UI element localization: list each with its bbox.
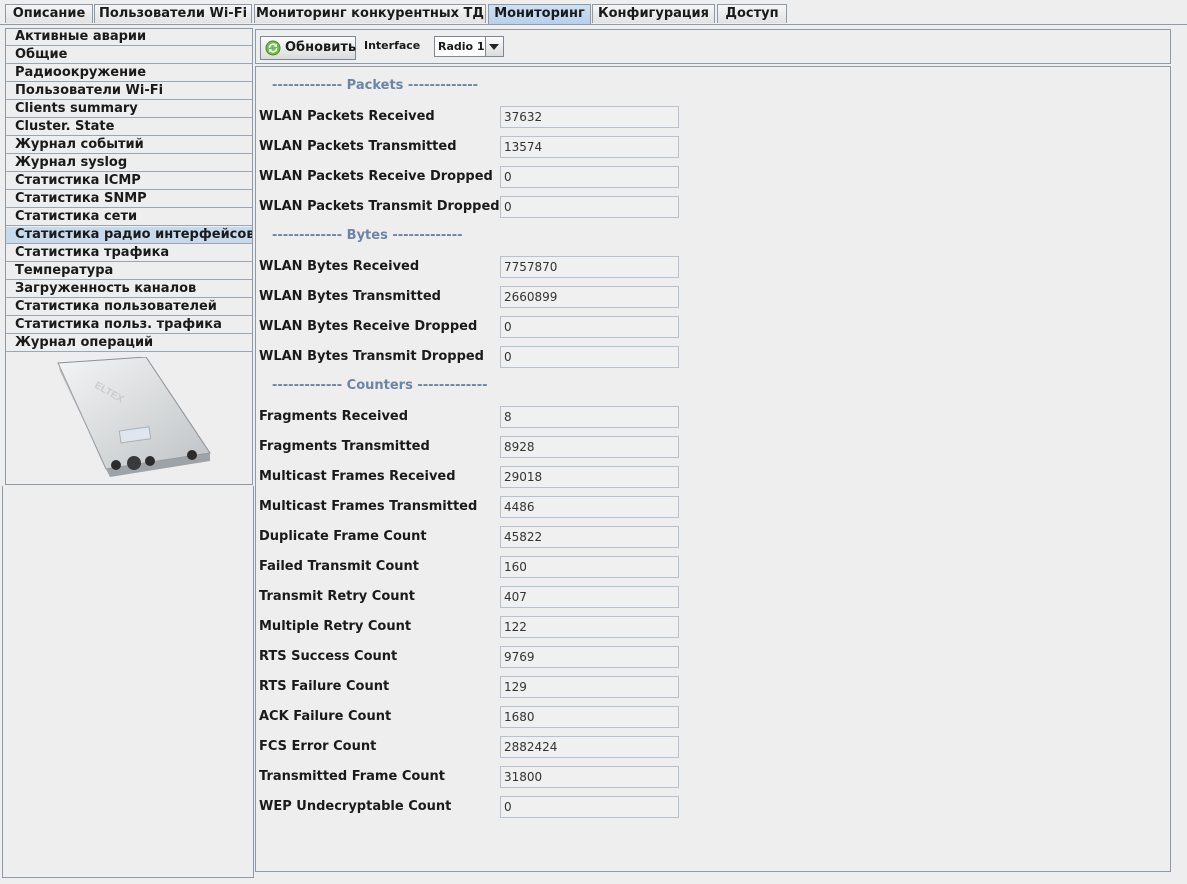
stat-label: WLAN Bytes Receive Dropped [259,319,478,334]
stat-label: RTS Failure Count [259,679,390,694]
tab-wifi-users[interactable]: Пользователи Wi-Fi [94,4,252,23]
sidebar-item-user-stats[interactable]: Статистика пользователей [6,299,252,316]
stat-value-field[interactable]: 0 [500,316,679,338]
sidebar-item-radio-environment[interactable]: Радиоокружение [6,65,252,82]
stat-label: WLAN Bytes Transmitted [259,289,441,304]
stat-label: WLAN Packets Received [259,109,435,124]
sidebar-item-operations-log[interactable]: Журнал операций [6,335,252,352]
interface-label: Interface [364,39,421,52]
stat-value-field[interactable]: 2660899 [500,286,679,308]
section-title-bytes: ------------- Bytes ------------- [272,228,463,243]
sidebar-item-traffic-stats[interactable]: Статистика трафика [6,245,252,262]
sidebar-item-channel-utilization[interactable]: Загруженность каналов [6,281,252,298]
stat-label: WLAN Packets Transmit Dropped [259,199,500,214]
stat-label: WLAN Bytes Transmit Dropped [259,349,484,364]
interface-dropdown-button[interactable] [485,37,503,56]
stat-label: Duplicate Frame Count [259,529,427,544]
access-point-device-image: ELTEX [57,357,211,477]
stat-value-field[interactable]: 31800 [500,766,679,788]
interface-select-value: Radio 1 [438,40,485,53]
stat-value-field[interactable]: 9769 [500,646,679,668]
stat-value-field[interactable]: 4486 [500,496,679,518]
sidebar: Активные аварии Общие Радиоокружение Пол… [5,28,253,485]
stat-label: Transmit Retry Count [259,589,416,604]
stat-label: WLAN Packets Receive Dropped [259,169,493,184]
sidebar-item-clients-summary[interactable]: Clients summary [6,101,252,118]
sidebar-item-user-traffic-stats[interactable]: Статистика польз. трафика [6,317,252,334]
refresh-icon [265,40,281,56]
stat-value-field[interactable]: 7757870 [500,256,679,278]
stat-label: Transmitted Frame Count [259,769,446,784]
stat-label: Multicast Frames Received [259,469,456,484]
main-tab-bar: Описание Пользователи Wi-Fi Мониторинг к… [0,0,1187,25]
stat-label: Multiple Retry Count [259,619,412,634]
stat-value-field[interactable]: 13574 [500,136,679,158]
tab-competitor-monitoring[interactable]: Мониторинг конкурентных ТД [254,4,486,23]
refresh-button[interactable]: Обновить [260,36,356,60]
section-title-counters: ------------- Counters ------------- [272,378,488,393]
stat-value-field[interactable]: 29018 [500,466,679,488]
tab-access[interactable]: Доступ [717,4,787,23]
stat-value-field[interactable]: 129 [500,676,679,698]
stat-label: Fragments Received [259,409,409,424]
stat-label: WLAN Packets Transmitted [259,139,457,154]
sidebar-item-general[interactable]: Общие [6,47,252,64]
stat-value-field[interactable]: 2882424 [500,736,679,758]
stat-label: Multicast Frames Transmitted [259,499,478,514]
sidebar-item-network-stats[interactable]: Статистика сети [6,209,252,226]
stat-value-field[interactable]: 160 [500,556,679,578]
sidebar-empty-area [2,486,254,878]
radio-interface-stats-panel: ------------- Packets ------------- WLAN… [255,66,1171,872]
stat-label: Fragments Transmitted [259,439,430,454]
sidebar-item-icmp-stats[interactable]: Статистика ICMP [6,173,252,190]
stat-value-field[interactable]: 0 [500,796,679,818]
stat-label: Failed Transmit Count [259,559,420,574]
tab-configuration[interactable]: Конфигурация [592,4,715,23]
stat-value-field[interactable]: 0 [500,166,679,188]
stat-value-field[interactable]: 0 [500,346,679,368]
refresh-button-label: Обновить [285,40,357,55]
section-title-packets: ------------- Packets ------------- [272,78,479,93]
sidebar-item-temperature[interactable]: Температура [6,263,252,280]
sidebar-item-radio-interface-stats[interactable]: Статистика радио интерфейсов [6,227,252,244]
stat-value-field[interactable]: 0 [500,196,679,218]
stat-label: ACK Failure Count [259,709,392,724]
stat-value-field[interactable]: 122 [500,616,679,638]
interface-select[interactable]: Radio 1 [434,36,504,57]
sidebar-item-cluster-state[interactable]: Cluster. State [6,119,252,136]
chevron-down-icon [489,44,499,50]
stat-label: FCS Error Count [259,739,377,754]
toolbar: Обновить Interface Radio 1 [255,29,1171,64]
tab-description[interactable]: Описание [5,4,93,23]
sidebar-item-snmp-stats[interactable]: Статистика SNMP [6,191,252,208]
stat-label: RTS Success Count [259,649,398,664]
tab-monitoring[interactable]: Мониторинг [488,4,591,24]
sidebar-item-syslog[interactable]: Журнал syslog [6,155,252,172]
stat-value-field[interactable]: 1680 [500,706,679,728]
sidebar-item-active-alarms[interactable]: Активные аварии [6,29,252,46]
sidebar-item-event-log[interactable]: Журнал событий [6,137,252,154]
stat-value-field[interactable]: 8 [500,406,679,428]
sidebar-item-wifi-users[interactable]: Пользователи Wi-Fi [6,83,252,100]
stat-value-field[interactable]: 407 [500,586,679,608]
stat-value-field[interactable]: 8928 [500,436,679,458]
stat-label: WEP Undecryptable Count [259,799,452,814]
stat-value-field[interactable]: 37632 [500,106,679,128]
stat-label: WLAN Bytes Received [259,259,420,274]
stat-value-field[interactable]: 45822 [500,526,679,548]
